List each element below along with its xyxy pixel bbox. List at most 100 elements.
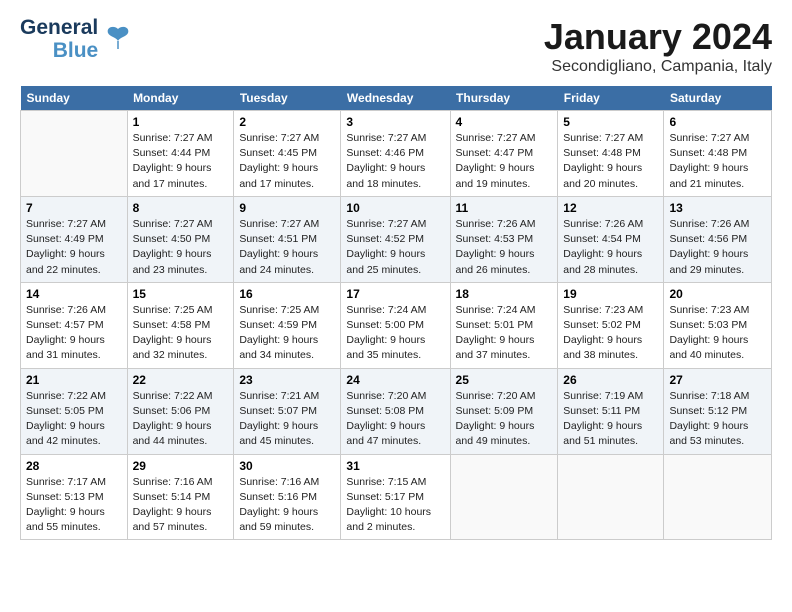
day-number: 4 [456,115,553,129]
calendar-cell: 29 Sunrise: 7:16 AMSunset: 5:14 PMDayligh… [127,454,234,540]
day-number: 30 [239,459,335,473]
day-info: Sunrise: 7:24 AMSunset: 5:00 PMDaylight:… [346,303,444,364]
logo-general: General [20,16,98,39]
calendar-cell: 13Sunrise: 7:26 AMSunset: 4:56 PMDayligh… [664,196,772,282]
day-info: Sunrise: 7:27 AMSunset: 4:49 PMDaylight:… [26,217,122,278]
day-info: Sunrise: 7:27 AMSunset: 4:45 PMDaylight:… [239,131,335,192]
calendar-cell: 27Sunrise: 7:18 AMSunset: 5:12 PMDayligh… [664,368,772,454]
day-number: 21 [26,373,122,387]
day-number: 18 [456,287,553,301]
calendar-cell: 19Sunrise: 7:23 AMSunset: 5:02 PMDayligh… [558,282,664,368]
calendar-cell: 22 Sunrise: 7:22 AMSunset: 5:06 PMDayligh… [127,368,234,454]
calendar-cell: 26Sunrise: 7:19 AMSunset: 5:11 PMDayligh… [558,368,664,454]
column-header-sunday: Sunday [21,86,128,111]
logo-bird-icon [104,23,132,56]
column-header-thursday: Thursday [450,86,558,111]
day-info: Sunrise: 7:26 AMSunset: 4:54 PMDaylight:… [563,217,658,278]
logo-blue: Blue [53,39,99,62]
logo: General Blue [20,16,132,62]
day-info: Sunrise: 7:27 AMSunset: 4:52 PMDaylight:… [346,217,444,278]
calendar-subtitle: Secondigliano, Campania, Italy [544,58,772,76]
day-number: 12 [563,201,658,215]
day-number: 9 [239,201,335,215]
day-info: Sunrise: 7:16 AMSunset: 5:16 PMDaylight:… [239,475,335,536]
column-header-saturday: Saturday [664,86,772,111]
day-number: 25 [456,373,553,387]
day-info: Sunrise: 7:22 AMSunset: 5:06 PMDaylight:… [133,389,229,450]
day-number: 24 [346,373,444,387]
calendar-cell: 20 Sunrise: 7:23 AMSunset: 5:03 PMDayligh… [664,282,772,368]
calendar-cell: 15 Sunrise: 7:25 AMSunset: 4:58 PMDayligh… [127,282,234,368]
day-number: 29 [133,459,229,473]
day-info: Sunrise: 7:23 AMSunset: 5:03 PMDaylight:… [669,303,766,364]
day-number: 8 [133,201,229,215]
day-number: 6 [669,115,766,129]
day-info: Sunrise: 7:15 AMSunset: 5:17 PMDaylight:… [346,475,444,536]
calendar-cell: 2 Sunrise: 7:27 AMSunset: 4:45 PMDaylight… [234,111,341,197]
day-number: 20 [669,287,766,301]
calendar-cell: 6 Sunrise: 7:27 AMSunset: 4:48 PMDaylight… [664,111,772,197]
day-number: 27 [669,373,766,387]
day-number: 2 [239,115,335,129]
day-info: Sunrise: 7:27 AMSunset: 4:50 PMDaylight:… [133,217,229,278]
day-info: Sunrise: 7:27 AMSunset: 4:51 PMDaylight:… [239,217,335,278]
day-info: Sunrise: 7:22 AMSunset: 5:05 PMDaylight:… [26,389,122,450]
calendar-cell: 1Sunrise: 7:27 AMSunset: 4:44 PMDaylight… [127,111,234,197]
day-number: 28 [26,459,122,473]
day-info: Sunrise: 7:26 AMSunset: 4:57 PMDaylight:… [26,303,122,364]
week-row-1: 1Sunrise: 7:27 AMSunset: 4:44 PMDaylight… [21,111,772,197]
calendar-cell: 11Sunrise: 7:26 AMSunset: 4:53 PMDayligh… [450,196,558,282]
day-info: Sunrise: 7:20 AMSunset: 5:09 PMDaylight:… [456,389,553,450]
calendar-cell: 30 Sunrise: 7:16 AMSunset: 5:16 PMDayligh… [234,454,341,540]
calendar-cell: 4 Sunrise: 7:27 AMSunset: 4:47 PMDaylight… [450,111,558,197]
calendar-cell: 18 Sunrise: 7:24 AMSunset: 5:01 PMDayligh… [450,282,558,368]
calendar-cell [450,454,558,540]
day-number: 31 [346,459,444,473]
calendar-cell: 28 Sunrise: 7:17 AMSunset: 5:13 PMDayligh… [21,454,128,540]
week-row-4: 21 Sunrise: 7:22 AMSunset: 5:05 PMDayligh… [21,368,772,454]
page-container: General Blue January 2024 Secondigliano,… [0,0,792,550]
day-info: Sunrise: 7:20 AMSunset: 5:08 PMDaylight:… [346,389,444,450]
day-info: Sunrise: 7:25 AMSunset: 4:59 PMDaylight:… [239,303,335,364]
day-number: 19 [563,287,658,301]
column-header-monday: Monday [127,86,234,111]
day-number: 22 [133,373,229,387]
column-header-friday: Friday [558,86,664,111]
day-number: 16 [239,287,335,301]
calendar-cell: 23Sunrise: 7:21 AMSunset: 5:07 PMDayligh… [234,368,341,454]
day-info: Sunrise: 7:27 AMSunset: 4:46 PMDaylight:… [346,131,444,192]
calendar-cell: 9 Sunrise: 7:27 AMSunset: 4:51 PMDaylight… [234,196,341,282]
day-info: Sunrise: 7:25 AMSunset: 4:58 PMDaylight:… [133,303,229,364]
column-header-tuesday: Tuesday [234,86,341,111]
day-info: Sunrise: 7:26 AMSunset: 4:56 PMDaylight:… [669,217,766,278]
day-number: 10 [346,201,444,215]
header: General Blue January 2024 Secondigliano,… [20,16,772,76]
day-info: Sunrise: 7:27 AMSunset: 4:47 PMDaylight:… [456,131,553,192]
calendar-cell [558,454,664,540]
day-number: 15 [133,287,229,301]
calendar-cell [664,454,772,540]
calendar-cell: 8 Sunrise: 7:27 AMSunset: 4:50 PMDaylight… [127,196,234,282]
calendar-cell: 7Sunrise: 7:27 AMSunset: 4:49 PMDaylight… [21,196,128,282]
calendar-cell [21,111,128,197]
day-info: Sunrise: 7:24 AMSunset: 5:01 PMDaylight:… [456,303,553,364]
week-row-2: 7Sunrise: 7:27 AMSunset: 4:49 PMDaylight… [21,196,772,282]
day-number: 3 [346,115,444,129]
day-number: 17 [346,287,444,301]
day-info: Sunrise: 7:19 AMSunset: 5:11 PMDaylight:… [563,389,658,450]
day-info: Sunrise: 7:16 AMSunset: 5:14 PMDaylight:… [133,475,229,536]
calendar-cell: 21 Sunrise: 7:22 AMSunset: 5:05 PMDayligh… [21,368,128,454]
calendar-cell: 24 Sunrise: 7:20 AMSunset: 5:08 PMDayligh… [341,368,450,454]
header-row: SundayMondayTuesdayWednesdayThursdayFrid… [21,86,772,111]
day-info: Sunrise: 7:27 AMSunset: 4:48 PMDaylight:… [669,131,766,192]
day-number: 11 [456,201,553,215]
calendar-cell: 14Sunrise: 7:26 AMSunset: 4:57 PMDayligh… [21,282,128,368]
calendar-cell: 17 Sunrise: 7:24 AMSunset: 5:00 PMDayligh… [341,282,450,368]
column-header-wednesday: Wednesday [341,86,450,111]
day-number: 23 [239,373,335,387]
calendar-table: SundayMondayTuesdayWednesdayThursdayFrid… [20,86,772,540]
day-info: Sunrise: 7:27 AMSunset: 4:48 PMDaylight:… [563,131,658,192]
calendar-title: January 2024 [544,16,772,58]
day-info: Sunrise: 7:17 AMSunset: 5:13 PMDaylight:… [26,475,122,536]
calendar-cell: 12 Sunrise: 7:26 AMSunset: 4:54 PMDayligh… [558,196,664,282]
